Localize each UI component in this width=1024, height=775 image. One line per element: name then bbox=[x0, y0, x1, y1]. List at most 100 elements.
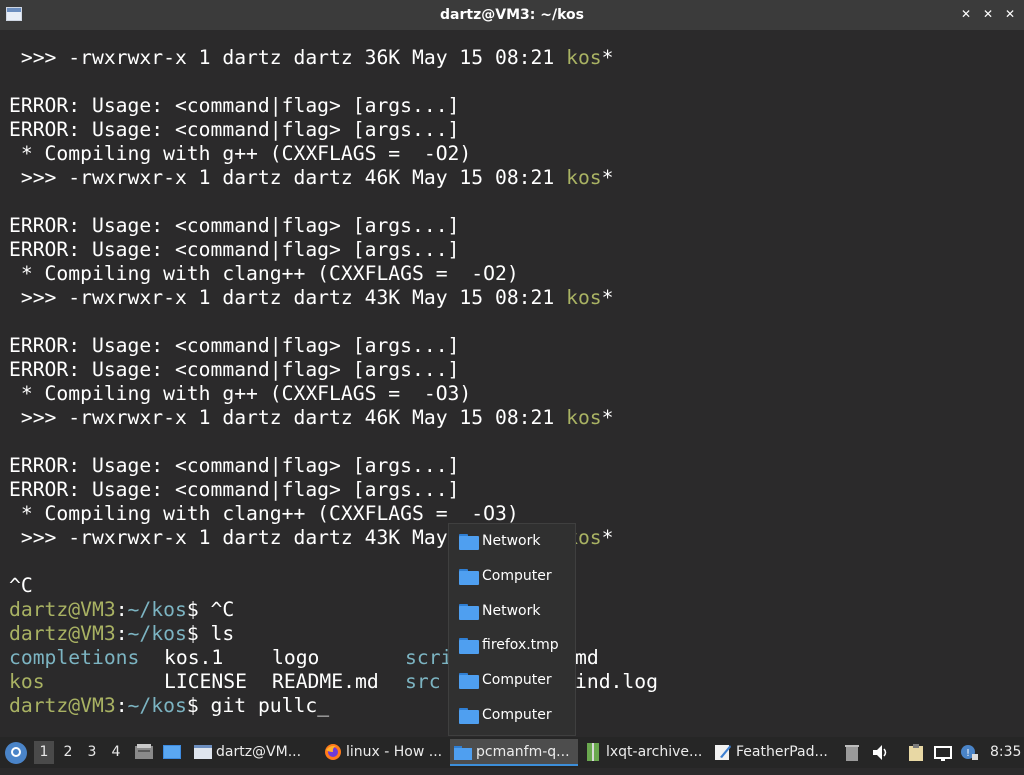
terminal-text: ^C bbox=[9, 574, 33, 597]
ls-entry: kos.1 bbox=[164, 646, 224, 669]
terminal-text: >>> -rwxrwxr-x 1 dartz dartz 43K May 15 … bbox=[9, 286, 567, 309]
terminal-line: >>> -rwxrwxr-x 1 dartz dartz 46K May 15 … bbox=[9, 406, 614, 430]
desktop-1[interactable]: 1 bbox=[34, 741, 54, 764]
terminal-icon bbox=[194, 743, 212, 761]
prompt-path: ~/kos bbox=[127, 622, 187, 645]
app-menu-icon[interactable] bbox=[5, 742, 27, 764]
prompt-line: dartz@VM3:~/kos$ ls bbox=[9, 622, 234, 646]
archive-icon bbox=[584, 743, 602, 761]
terminal-line: ERROR: Usage: <command|flag> [args...] bbox=[9, 454, 459, 478]
terminal-line: ^C bbox=[9, 574, 33, 598]
trash-icon[interactable] bbox=[845, 744, 863, 761]
taskbar: 1 2 3 4 dartz@VM... linux - How ... pcma… bbox=[0, 737, 1024, 768]
terminal-text: >>> -rwxrwxr-x 1 dartz dartz 46K May 15 … bbox=[9, 166, 567, 189]
task-label: pcmanfm-q... bbox=[476, 744, 570, 760]
binary-name: kos bbox=[566, 166, 602, 189]
ls-entry: scri bbox=[405, 646, 453, 669]
popup-item-label: firefox.tmp bbox=[482, 637, 559, 654]
folder-icon bbox=[459, 603, 479, 620]
terminal-line: ERROR: Usage: <command|flag> [args...] bbox=[9, 358, 459, 382]
ls-entry: LICENSE bbox=[164, 670, 247, 693]
task-terminal[interactable]: dartz@VM... bbox=[190, 739, 316, 766]
task-archiver[interactable]: lxqt-archive... bbox=[580, 739, 708, 766]
terminal-text: * Compiling with clang++ (CXXFLAGS = -O2… bbox=[9, 262, 519, 285]
popup-item-computer[interactable]: Computer bbox=[457, 705, 571, 729]
ls-entry: src bbox=[405, 670, 441, 693]
cursor: _ bbox=[317, 694, 330, 717]
terminal-line: ERROR: Usage: <command|flag> [args...] bbox=[9, 118, 459, 142]
desktop-2[interactable]: 2 bbox=[58, 741, 78, 764]
prompt-line: dartz@VM3:~/kos$ ^C bbox=[9, 598, 234, 622]
terminal-line: * Compiling with g++ (CXXFLAGS = -O3) bbox=[9, 382, 471, 406]
terminal-line: ERROR: Usage: <command|flag> [args...] bbox=[9, 94, 459, 118]
prompt-line: dartz@VM3:~/kos$ git pullc_ bbox=[9, 694, 329, 718]
task-firefox[interactable]: linux - How ... bbox=[320, 739, 448, 766]
window-titlebar[interactable]: dartz@VM3: ~/kos ✕ ✕ ✕ bbox=[0, 0, 1024, 30]
prompt-separator: : bbox=[115, 694, 128, 717]
ls-entry: kos bbox=[9, 670, 45, 693]
command-text: ls bbox=[210, 622, 235, 645]
terminal-line: >>> -rwxrwxr-x 1 dartz dartz 46K May 15 … bbox=[9, 166, 614, 190]
terminal-text: * Compiling with clang++ (CXXFLAGS = -O3… bbox=[9, 502, 519, 525]
prompt-user: dartz@VM3 bbox=[9, 694, 116, 717]
prompt-symbol: $ bbox=[186, 598, 211, 621]
show-desktop-icon[interactable] bbox=[163, 744, 181, 760]
clipboard-icon[interactable] bbox=[908, 744, 926, 761]
terminal-line: ERROR: Usage: <command|flag> [args...] bbox=[9, 334, 459, 358]
task-label: FeatherPad... bbox=[736, 744, 828, 760]
places-popup-menu: Network Computer Network firefox.tmp Compute… bbox=[448, 523, 576, 736]
command-text: git pullc bbox=[210, 694, 318, 717]
terminal-text: ERROR: Usage: <command|flag> [args...] bbox=[9, 478, 460, 501]
terminal-text: >>> -rwxrwxr-x 1 dartz dartz 36K May 15 … bbox=[9, 46, 567, 69]
executable-marker: * bbox=[601, 286, 614, 309]
terminal-line: >>> -rwxrwxr-x 1 dartz dartz 36K May 15 … bbox=[9, 46, 614, 70]
ls-entry: md bbox=[575, 646, 599, 669]
prompt-user: dartz@VM3 bbox=[9, 622, 116, 645]
desktop-4[interactable]: 4 bbox=[106, 741, 126, 764]
popup-item-network[interactable]: Network bbox=[457, 601, 571, 625]
file-manager-launcher-icon[interactable] bbox=[135, 744, 153, 760]
popup-item-computer[interactable]: Computer bbox=[457, 670, 571, 694]
prompt-path: ~/kos bbox=[127, 598, 187, 621]
clock[interactable]: 8:35 bbox=[990, 744, 1021, 775]
terminal-line: * Compiling with g++ (CXXFLAGS = -O2) bbox=[9, 142, 471, 166]
minimize-icon[interactable]: ✕ bbox=[958, 6, 974, 22]
terminal-line: >>> -rwxrwxr-x 1 dartz dartz 43K May 15 … bbox=[9, 286, 614, 310]
close-icon[interactable]: ✕ bbox=[1002, 6, 1018, 22]
task-label: linux - How ... bbox=[346, 744, 443, 760]
terminal-text: ERROR: Usage: <command|flag> [args...] bbox=[9, 214, 460, 237]
terminal-text: >>> -rwxrwxr-x 1 dartz dartz 46K May 15 … bbox=[9, 406, 567, 429]
binary-name: kos bbox=[566, 406, 602, 429]
terminal-text: ERROR: Usage: <command|flag> [args...] bbox=[9, 454, 460, 477]
popup-item-network[interactable]: Network bbox=[457, 531, 571, 555]
terminal-text: ERROR: Usage: <command|flag> [args...] bbox=[9, 334, 460, 357]
window-title: dartz@VM3: ~/kos bbox=[440, 7, 584, 23]
popup-item-firefox-tmp[interactable]: firefox.tmp bbox=[457, 635, 571, 659]
network-icon[interactable] bbox=[934, 744, 952, 761]
ls-entry: README.md bbox=[272, 670, 379, 693]
folder-icon bbox=[459, 534, 479, 550]
terminal-line: ERROR: Usage: <command|flag> [args...] bbox=[9, 214, 459, 238]
ls-entry: completions bbox=[9, 646, 140, 669]
binary-name: kos bbox=[566, 46, 602, 69]
notification-icon[interactable]: ! bbox=[960, 744, 978, 761]
task-label: dartz@VM... bbox=[216, 744, 302, 760]
binary-name: kos bbox=[566, 286, 602, 309]
restore-icon[interactable]: ✕ bbox=[980, 6, 996, 22]
desktop-3[interactable]: 3 bbox=[82, 741, 102, 764]
ls-entry: ind.log bbox=[575, 670, 658, 693]
task-label: lxqt-archive... bbox=[606, 744, 703, 760]
command-text: ^C bbox=[210, 598, 235, 621]
popup-item-computer[interactable]: Computer bbox=[457, 566, 571, 590]
prompt-separator: : bbox=[115, 622, 128, 645]
folder-icon bbox=[459, 708, 479, 724]
volume-icon[interactable] bbox=[872, 744, 890, 761]
executable-marker: * bbox=[601, 526, 614, 549]
featherpad-icon bbox=[714, 743, 732, 761]
popup-item-label: Computer bbox=[482, 672, 552, 689]
task-pcmanfm[interactable]: pcmanfm-q... bbox=[450, 739, 578, 766]
terminal-line: * Compiling with clang++ (CXXFLAGS = -O2… bbox=[9, 262, 519, 286]
svg-text:!: ! bbox=[966, 748, 970, 759]
task-featherpad[interactable]: FeatherPad... bbox=[710, 739, 838, 766]
ls-entry: logo bbox=[272, 646, 320, 669]
